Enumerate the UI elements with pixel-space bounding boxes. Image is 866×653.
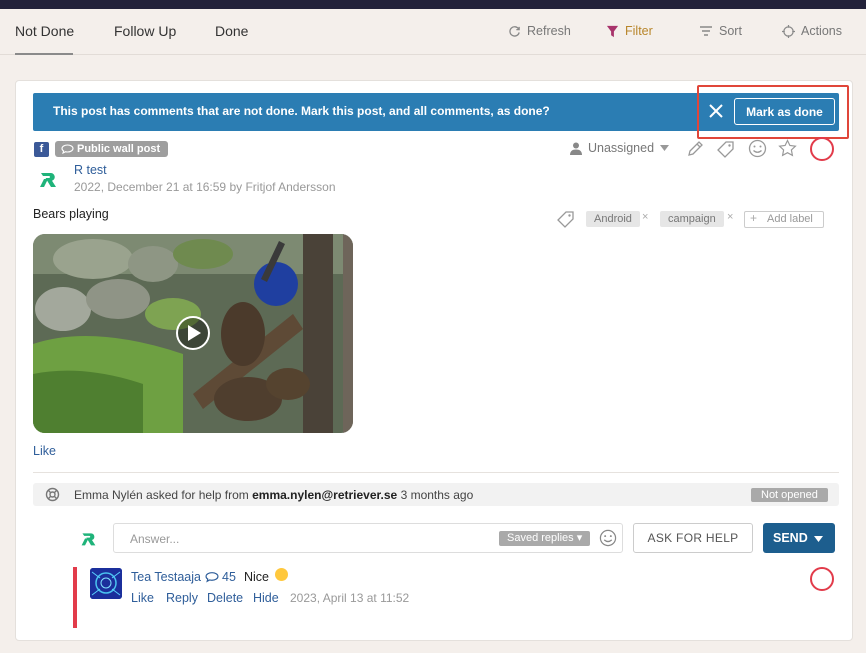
speech-bubble-icon	[205, 572, 219, 583]
status-badge: Not opened	[751, 488, 828, 502]
comment-author[interactable]: Tea Testaaja	[131, 570, 201, 584]
comment-like-link[interactable]: Like	[131, 591, 154, 605]
remove-label-icon[interactable]: ×	[727, 211, 733, 223]
crosshair-icon	[782, 24, 795, 38]
unread-indicator	[73, 567, 77, 628]
tag-icon[interactable]	[717, 140, 735, 158]
send-button[interactable]: SEND	[763, 523, 835, 553]
help-middle: asked for help from	[146, 488, 249, 502]
video-thumbnail	[33, 234, 353, 433]
divider	[33, 472, 839, 473]
comment-date: 2023, April 13 at 11:52	[290, 591, 410, 605]
sort-icon	[700, 26, 712, 36]
comment-count: 45	[205, 570, 236, 584]
help-requester: Emma Nylén	[74, 488, 143, 502]
grinning-emoji-icon	[275, 568, 288, 581]
emoji-icon[interactable]	[599, 529, 617, 547]
label-tag-icon	[557, 211, 574, 228]
help-when: 3 months ago	[400, 488, 474, 502]
plus-icon: +	[750, 211, 758, 225]
retriever-logo-icon	[81, 533, 96, 546]
sort-label: Sort	[719, 24, 742, 38]
post-meta: 2022, December 21 at 16:59 by Fritjof An…	[74, 180, 336, 194]
star-icon[interactable]	[778, 139, 797, 158]
tab-bar: Not Done Follow Up Done Refresh Filter S…	[0, 9, 866, 55]
add-label-text: Add label	[767, 213, 813, 225]
comment-text: Nice	[244, 570, 270, 584]
person-icon	[570, 142, 582, 155]
assignee-dropdown[interactable]: Unassigned	[570, 141, 670, 155]
app-top-bar	[0, 0, 866, 9]
avatar-image	[90, 568, 122, 599]
active-tab-indicator	[15, 53, 73, 55]
actions-button[interactable]: Actions	[782, 24, 842, 38]
filter-label: Filter	[625, 24, 653, 38]
refresh-icon	[509, 25, 520, 37]
facebook-icon: f	[34, 142, 49, 157]
label-chip-campaign[interactable]: campaign	[660, 211, 724, 227]
send-label: SEND	[773, 531, 808, 545]
speech-bubble-icon	[61, 144, 74, 154]
refresh-button[interactable]: Refresh	[508, 24, 571, 38]
caret-down-icon	[660, 145, 670, 151]
answer-placeholder: Answer...	[130, 532, 180, 546]
filter-button[interactable]: Filter	[606, 24, 653, 38]
saved-replies-dropdown[interactable]: Saved replies ▾	[499, 531, 591, 546]
post-author[interactable]: R test	[74, 163, 107, 177]
label-chip-android[interactable]: Android	[586, 211, 640, 227]
ask-for-help-button[interactable]: ASK FOR HELP	[633, 523, 753, 553]
lifebuoy-icon	[45, 487, 60, 502]
help-request-text: Emma Nylén asked for help from emma.nyle…	[74, 488, 473, 502]
saved-replies-label: Saved replies	[507, 532, 574, 544]
sort-button[interactable]: Sort	[699, 24, 742, 38]
tab-not-done[interactable]: Not Done	[15, 23, 74, 39]
post-text: Bears playing	[33, 207, 109, 221]
tab-follow-up[interactable]: Follow Up	[114, 23, 176, 39]
refresh-label: Refresh	[527, 24, 571, 38]
comment-count-value: 45	[222, 570, 236, 584]
caret-down-icon: ▾	[576, 532, 583, 544]
actions-label: Actions	[801, 24, 842, 38]
status-circle-icon[interactable]	[810, 567, 834, 591]
filter-icon	[606, 25, 619, 37]
avatar	[90, 568, 122, 599]
assignee-label: Unassigned	[588, 141, 655, 155]
post-like-link[interactable]: Like	[33, 444, 56, 458]
caret-down-icon[interactable]	[814, 536, 823, 542]
comment-delete-link[interactable]: Delete	[207, 591, 243, 605]
post-video[interactable]	[33, 234, 353, 433]
smiley-icon[interactable]	[748, 139, 767, 158]
highlight-box	[697, 85, 849, 139]
comment-hide-link[interactable]: Hide	[253, 591, 279, 605]
comment-reply-link[interactable]: Reply	[166, 591, 198, 605]
pencil-icon[interactable]	[686, 140, 704, 158]
banner-message: This post has comments that are not done…	[53, 104, 550, 118]
remove-label-icon[interactable]: ×	[642, 211, 648, 223]
retriever-logo-icon	[40, 173, 56, 187]
tab-done[interactable]: Done	[215, 23, 248, 39]
help-email: emma.nylen@retriever.se	[252, 488, 398, 502]
status-circle-icon[interactable]	[810, 137, 834, 161]
